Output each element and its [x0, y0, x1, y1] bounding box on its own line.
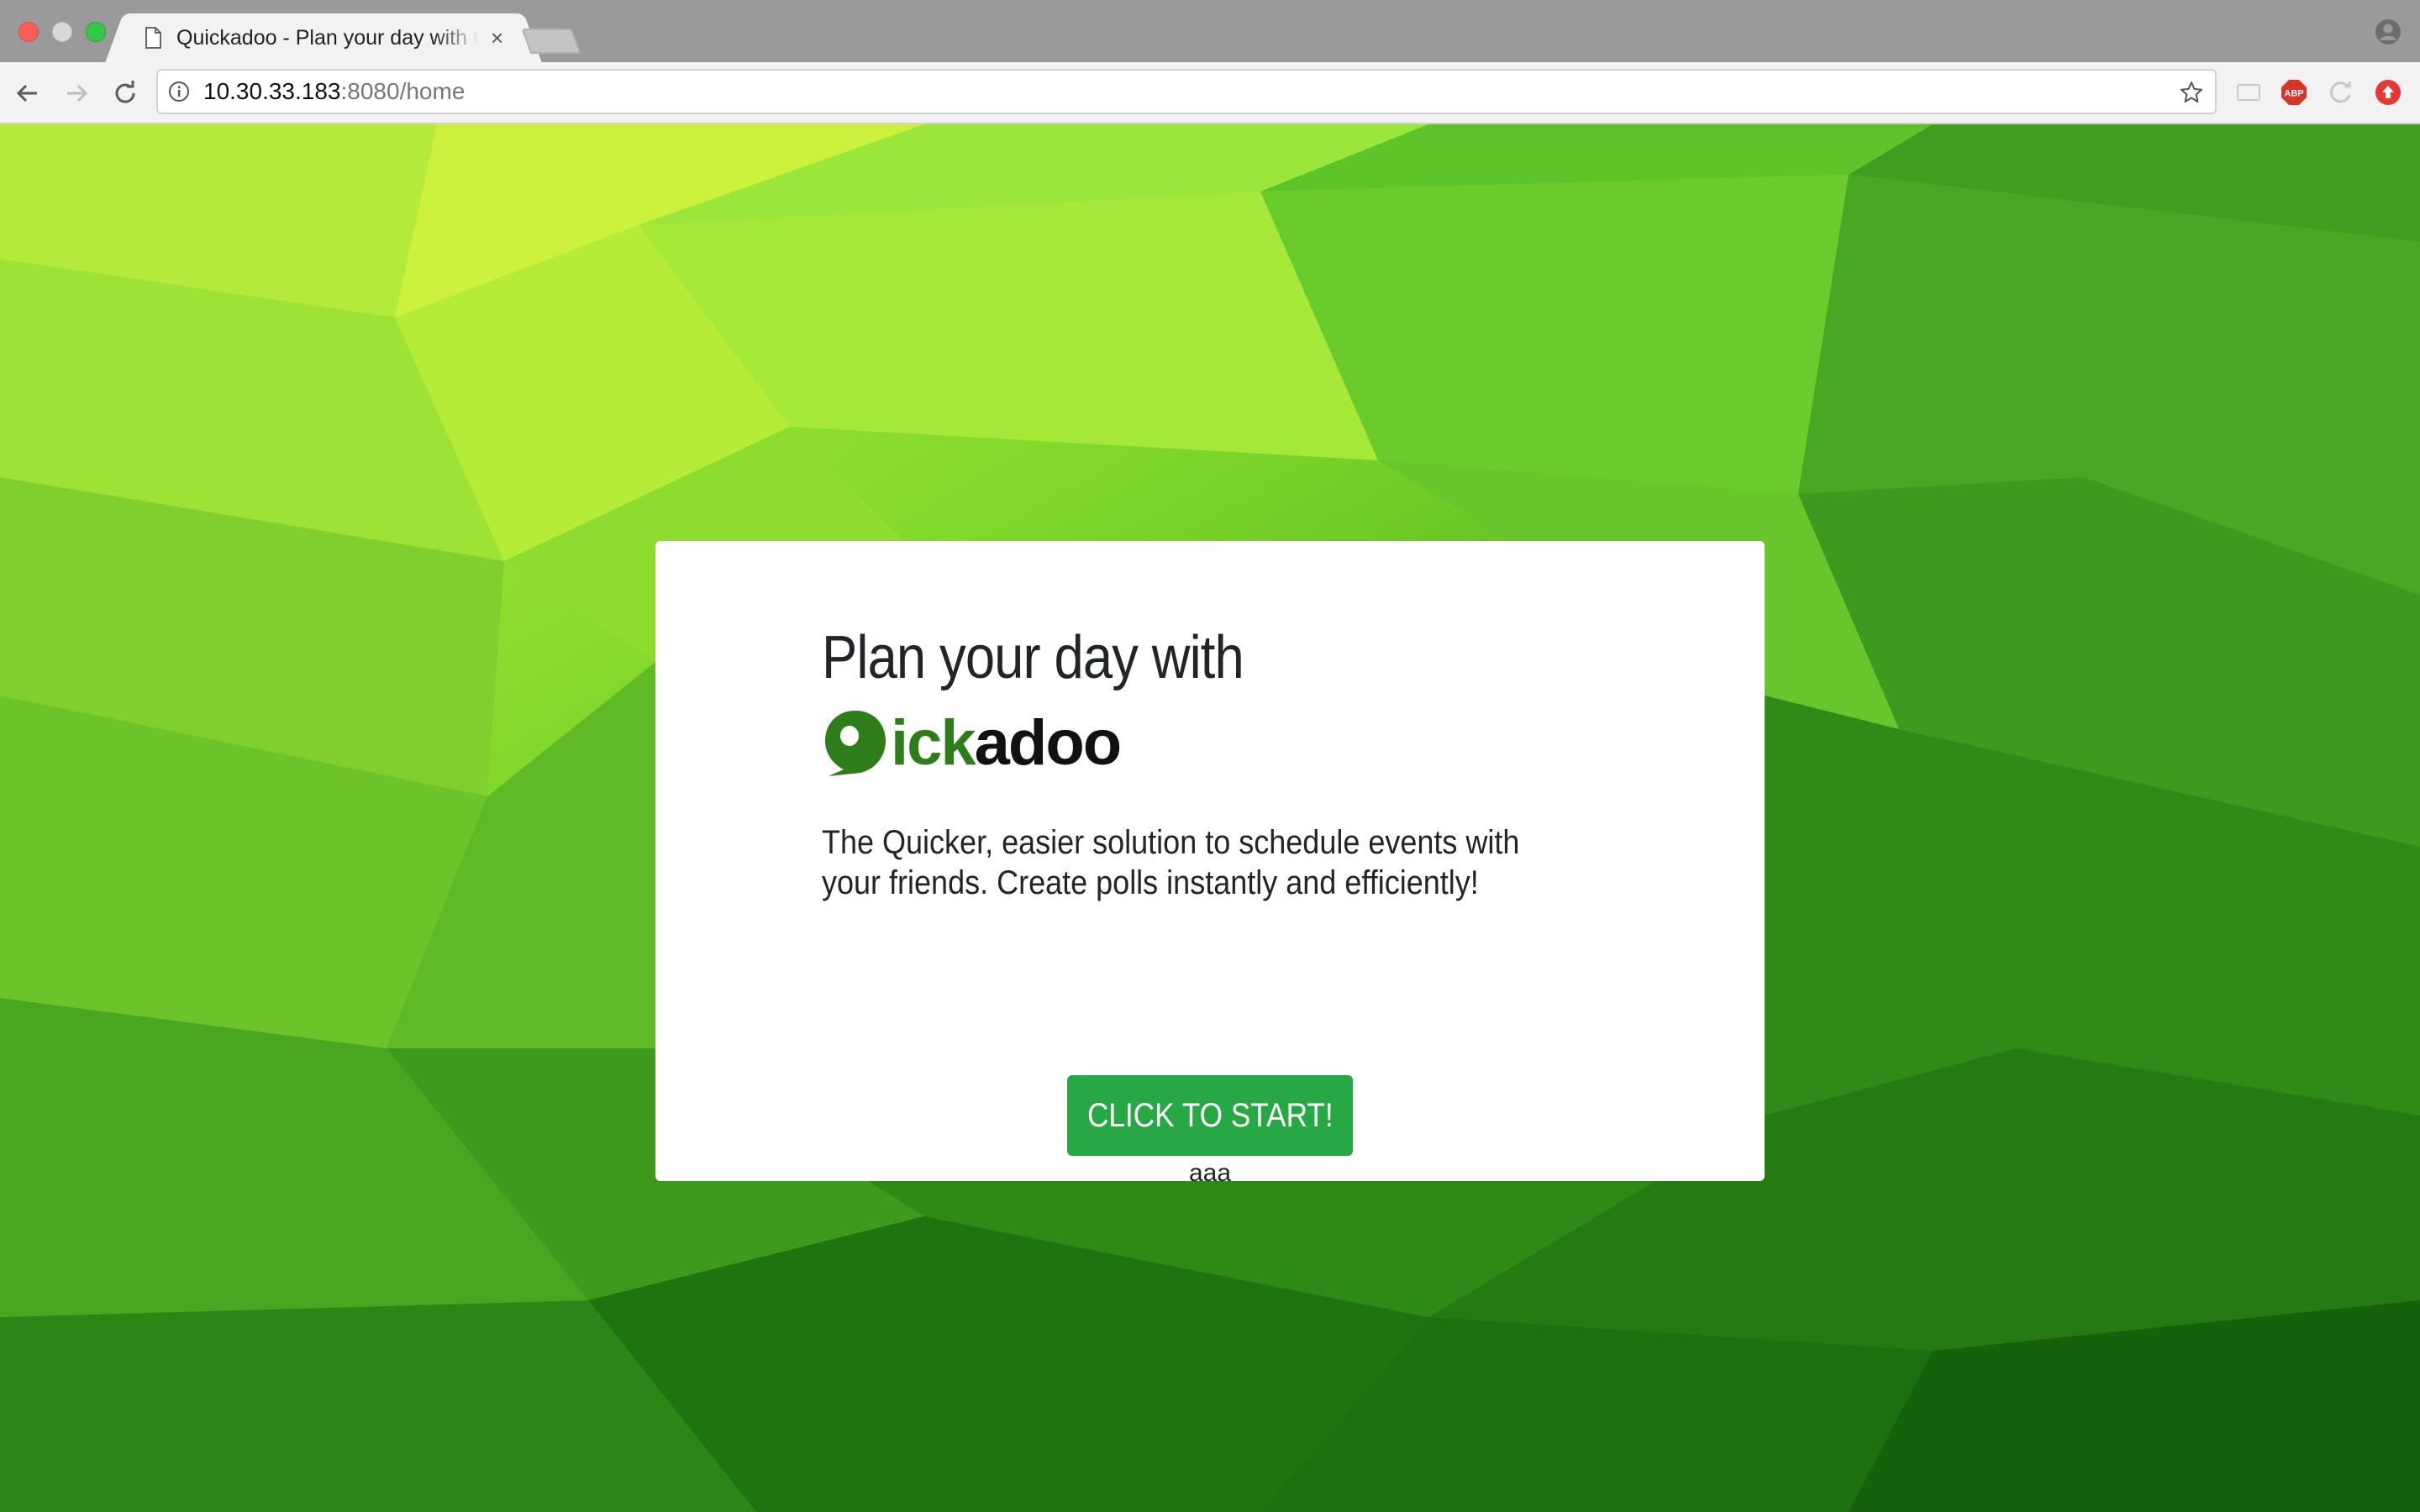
abp-label: ABP [2284, 89, 2303, 99]
bookmark-star-icon[interactable] [2180, 81, 2203, 104]
browser-toolbar: 10.30.33.183:8080/home ABP [0, 62, 2420, 124]
start-button-label: CLICK TO START! [1086, 1096, 1334, 1134]
tab-close-icon[interactable]: × [491, 25, 503, 50]
reload-icon[interactable] [111, 79, 139, 108]
logo-text-black: adoo [974, 707, 1123, 780]
cast-icon[interactable] [2235, 79, 2262, 106]
sync-icon[interactable] [2328, 79, 2354, 106]
browser-tabstrip: Quickadoo - Plan your day with Quickadoo… [0, 0, 2420, 62]
browser-tab-active[interactable]: Quickadoo - Plan your day with Quickadoo… [126, 13, 521, 62]
url-host: 10.30.33.183 [203, 78, 341, 104]
start-button-subtext: aaa [1188, 1159, 1232, 1187]
welcome-card: Plan your day with ickadoo The Quicker, … [655, 541, 1765, 1187]
new-tab-button[interactable] [521, 29, 581, 54]
url-text[interactable]: 10.30.33.183:8080/home [203, 78, 465, 105]
update-icon[interactable] [2375, 79, 2402, 106]
document-icon [145, 27, 161, 49]
page-viewport: Plan your day with ickadoo The Quicker, … [0, 124, 2420, 1512]
page-title: Plan your day with [822, 624, 1244, 691]
window-minimize-button[interactable] [52, 22, 72, 42]
back-arrow-icon[interactable] [13, 79, 42, 108]
logo-wordmark: ickadoo [891, 711, 1122, 775]
info-icon[interactable] [168, 81, 190, 102]
quickadoo-logo: ickadoo [822, 701, 1628, 785]
logo-text-green: ick [891, 707, 976, 780]
page-description: The Quicker, easier solution to schedule… [822, 824, 1520, 902]
window-zoom-button[interactable] [86, 22, 106, 42]
window-close-button[interactable] [18, 22, 39, 42]
profile-icon[interactable] [2375, 18, 2402, 45]
address-bar[interactable]: 10.30.33.183:8080/home [156, 69, 2217, 114]
tab-title: Quickadoo - Plan your day with Quickadoo [176, 25, 479, 50]
url-path: :8080/home [340, 78, 466, 104]
start-button[interactable]: CLICK TO START! [1067, 1075, 1353, 1156]
adblock-plus-icon[interactable]: ABP [2281, 79, 2307, 106]
forward-arrow-icon[interactable] [62, 79, 91, 108]
location-pin-logo-icon [825, 711, 886, 777]
